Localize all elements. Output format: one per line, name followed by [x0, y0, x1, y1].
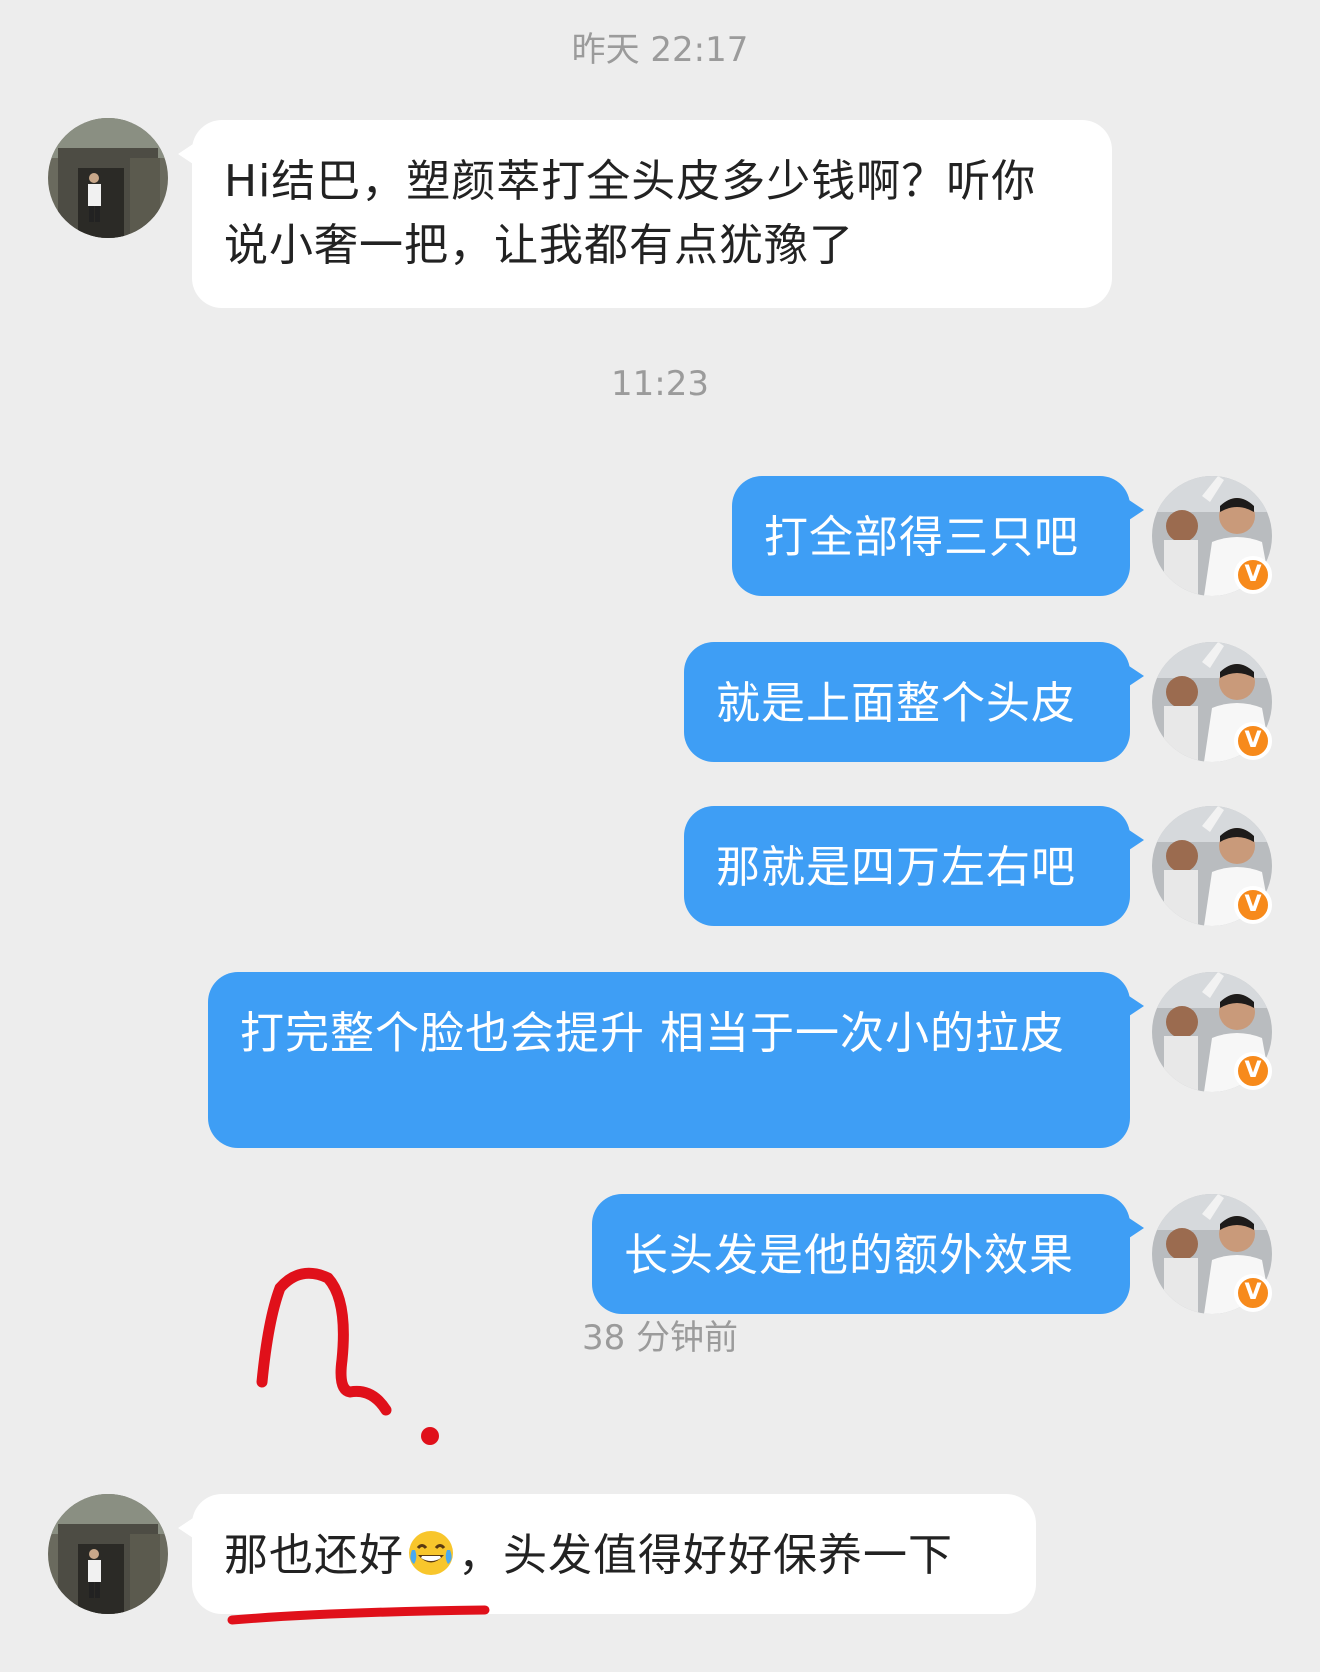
timestamp: 11:23 — [611, 364, 709, 404]
message-bubble-outgoing[interactable]: 打完整个脸也会提升 相当于一次小的拉皮 — [208, 972, 1144, 1148]
tears-of-joy-emoji — [406, 1528, 456, 1578]
message-text: 那也还好 — [224, 1530, 404, 1581]
message-bubble-outgoing[interactable]: 就是上面整个头皮 — [684, 642, 1144, 762]
verified-badge: V — [1234, 1274, 1272, 1312]
message-bubble-outgoing[interactable]: 那就是四万左右吧 — [684, 806, 1144, 926]
timestamp: 38 分钟前 — [581, 1318, 739, 1358]
message-bubble-outgoing[interactable]: 长头发是他的额外效果 — [592, 1194, 1144, 1314]
verified-badge: V — [1234, 886, 1272, 924]
message-text: 长头发是他的额外效果 — [624, 1230, 1074, 1281]
verified-badge: V — [1234, 556, 1272, 594]
message-bubble-incoming[interactable]: Hi结巴，塑颜萃打全头皮多少钱啊？听你说小奢一把，让我都有点犹豫了 — [178, 120, 1112, 308]
message-text: 打全部得三只吧 — [764, 512, 1079, 563]
message-bubble-outgoing[interactable]: 打全部得三只吧 — [732, 476, 1144, 596]
verified-badge: V — [1234, 722, 1272, 760]
contact-avatar[interactable] — [48, 1494, 168, 1614]
message-text: 就是上面整个头皮 — [716, 678, 1076, 729]
contact-avatar[interactable] — [48, 118, 168, 238]
message-text: 打完整个脸也会提升 相当于一次小的拉皮 — [240, 1008, 1065, 1059]
timestamp: 昨天 22:17 — [571, 30, 749, 70]
message-text: 那就是四万左右吧 — [716, 842, 1076, 893]
message-text: Hi结巴，塑颜萃打全头皮多少钱啊？听你说小奢一把，让我都有点犹豫了 — [224, 156, 1037, 271]
message-bubble-incoming[interactable]: 那也还好 ，头发值得好好保养一下 — [178, 1494, 1036, 1614]
message-text: ，头发值得好好保养一下 — [458, 1530, 953, 1581]
verified-badge: V — [1234, 1052, 1272, 1090]
